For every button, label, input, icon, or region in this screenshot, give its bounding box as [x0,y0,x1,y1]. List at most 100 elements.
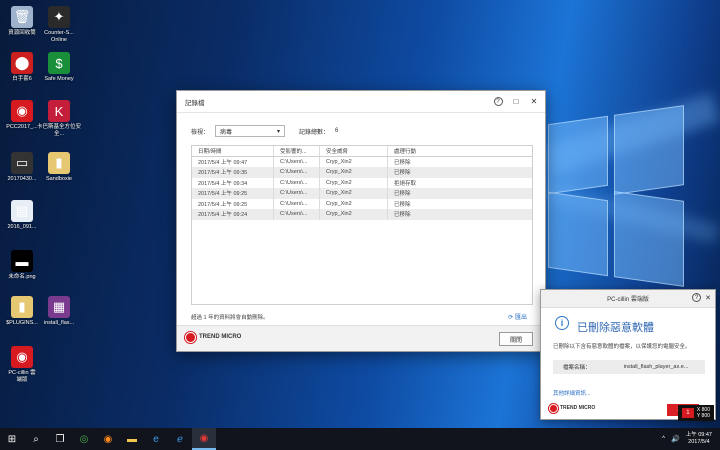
file-info-box: 檔案名稱： install_flash_player_ax.e... [553,360,705,374]
table-header: 日期/時間 受影響的... 安全威脅 處理行動 [192,146,532,157]
file-label: 檔案名稱： [563,365,591,371]
tray-arrow-icon[interactable]: ^ [662,436,665,442]
table-cell: 拒絕存取 [394,180,417,187]
column-header[interactable]: 處理行動 [388,146,472,156]
table-cell: Cryp_Xin2 [320,188,388,199]
info-icon: i [555,316,569,330]
table-row[interactable]: 2017/5/4 上午 09:25 C:\Users\... Cryp_Xin2 已移… [192,188,532,199]
white-glove-icon: ⬤ [11,52,33,74]
table-cell: 2017/5/4 上午 09:25 [192,188,274,199]
trend-micro-ball-icon [185,332,196,343]
trend-micro-ball-icon [549,404,558,413]
trend-micro-text: TREND MICRO [560,405,596,411]
filter-label: 檢視： [191,129,210,136]
retention-note: 超過 1 年的資料將會自動刪除。 [191,315,269,321]
search-icon[interactable]: ⌕ [24,428,48,450]
total-label: 記錄總數： [299,129,330,136]
desktop-icon[interactable]: ▮ Sandboxie [34,152,84,183]
desktop-icon-label: 卡巴斯基全方位安全... [36,124,81,137]
explorer-icon[interactable]: ▬ [120,428,144,450]
trend-micro-text: TREND MICRO [199,334,242,340]
malware-removed-popup: PC-cillin 雲端版 ? ✕ i 已刪除惡意軟體 已刪除以下含有惡意軟體的… [540,289,716,420]
desktop-icon[interactable]: ◉ PC-cillin 雲 端版 [0,346,47,384]
table-cell: 2017/5/4 上午 09:35 [192,167,274,178]
table-row[interactable]: 2017/5/4 上午 09:35 C:\Users\... Cryp_Xin2 已移… [192,167,532,178]
total-value: 6 [335,128,339,134]
pc-cillin-icon[interactable]: ◉ [192,428,216,450]
export-label: 匯出 [514,315,527,321]
column-header[interactable]: 安全威脅 [320,146,388,156]
desktop-icon[interactable]: ✦ Counter-S... Online [34,6,84,44]
close-icon[interactable]: ✕ [705,294,711,302]
table-cell: C:\Users\... [274,167,320,178]
filter-row: 檢視： 病毒 ▾ 記錄總數： 6 [191,125,338,137]
column-header[interactable]: 日期/時間 [192,146,274,156]
log-window: 記錄檔 ? □ ✕ 檢視： 病毒 ▾ 記錄總數： 6 日期/時間 受影響的... 安… [176,90,546,352]
png-file-icon: ▬ [11,250,33,272]
kaspersky-icon: K [48,100,70,122]
table-cell: Cryp_Xin2 [320,198,388,209]
more-details-link[interactable]: 其他詳細資訊... [553,389,591,397]
edge-icon[interactable]: e [144,428,168,450]
desktop-icon[interactable]: K 卡巴斯基全方位安全... [34,100,84,138]
desktop-icon-label: Safe Money [44,76,74,82]
pc-cillin-icon: ◉ [11,346,33,368]
desktop-icon-label: 未命名.png [8,274,36,280]
help-button[interactable]: ? [491,95,505,109]
column-header[interactable]: 受影響的... [274,146,320,156]
desktop-icon[interactable]: ▬ 未命名.png [0,250,47,281]
coordinate-badge: 1 [681,408,694,418]
table-row[interactable]: 2017/5/4 上午 09:34 C:\Users\... Cryp_Xin2 拒絕… [192,177,532,188]
image-file-icon: ▭ [11,152,33,174]
start-button[interactable]: ⊞ [0,428,24,450]
table-cell: C:\Users\... [274,209,320,220]
filter-dropdown[interactable]: 病毒 ▾ [215,125,286,137]
firefox-icon[interactable]: ◉ [96,428,120,450]
log-window-titlebar[interactable]: 記錄檔 ? □ ✕ [177,91,545,113]
desktop-icon-label: 2016_091... [7,224,37,230]
table-row[interactable]: 2017/5/4 上午 09:47 C:\Users\... Cryp_Xin2 已移… [192,156,532,167]
table-cell: Cryp_Xin2 [320,209,388,220]
table-cell: C:\Users\... [274,177,320,188]
task-view-icon[interactable]: ❐ [48,428,72,450]
desktop-icon[interactable]: $ Safe Money [34,52,84,83]
coordinate-overlay: 1 X 800 Y 800 [677,405,714,421]
desktop-icon[interactable]: ▦ install_flas... [34,296,84,327]
clock[interactable]: 上午 09:47 2017/5/4 [686,432,712,446]
close-button[interactable]: 關閉 [499,332,533,346]
close-icon[interactable]: ✕ [527,95,541,109]
export-link[interactable]: ⟳ 匯出 [508,312,527,321]
coordinate-y: Y 800 [696,413,710,419]
table-cell: 已移除 [394,212,411,219]
table-cell: 2017/5/4 上午 09:24 [192,209,274,220]
popup-titlebar: PC-cillin 雲端版 ? ✕ [541,290,715,308]
help-icon[interactable]: ? [692,293,702,302]
wallpaper-pane [548,115,608,195]
maximize-button[interactable]: □ [509,95,523,109]
log-table: 日期/時間 受影響的... 安全威脅 處理行動 2017/5/4 上午 09:47 C:… [191,145,533,305]
table-cell: 已移除 [394,191,411,198]
recycle-bin-icon: 🗑 [11,6,33,28]
counter-strike-icon: ✦ [48,6,70,28]
plugins-folder-icon: ▮ [11,296,33,318]
document-file-icon: ▤ [11,200,33,222]
desktop-icon-label: install_flas... [43,320,75,326]
table-row[interactable]: 2017/5/4 上午 09:24 C:\Users\... Cryp_Xin2 已移… [192,209,532,220]
ie-icon[interactable]: ℯ [168,428,192,450]
help-icon: ? [493,97,503,106]
safe-money-icon: $ [48,52,70,74]
popup-description: 已刪除以下含有惡意軟體的檔案，以保護您的電腦安全。 [553,344,691,350]
trend-micro-logo: TREND MICRO [185,332,241,343]
desktop-icon[interactable]: ▤ 2016_091... [0,200,47,231]
table-cell: C:\Users\... [274,198,320,209]
wallpaper-pane [614,105,684,195]
table-cell: 已移除 [394,159,411,166]
table-cell: 已移除 [394,170,411,177]
volume-icon[interactable]: 🔊 [671,435,680,443]
popup-title: PC-cillin 雲端版 [607,297,649,303]
chrome-icon[interactable]: ◎ [72,428,96,450]
system-tray: ^ 🔊 上午 09:47 2017/5/4 [662,428,720,450]
pcc2017-icon: ◉ [11,100,33,122]
table-cell: C:\Users\... [274,156,320,167]
table-row[interactable]: 2017/5/4 上午 09:25 C:\Users\... Cryp_Xin2 已移… [192,198,532,209]
